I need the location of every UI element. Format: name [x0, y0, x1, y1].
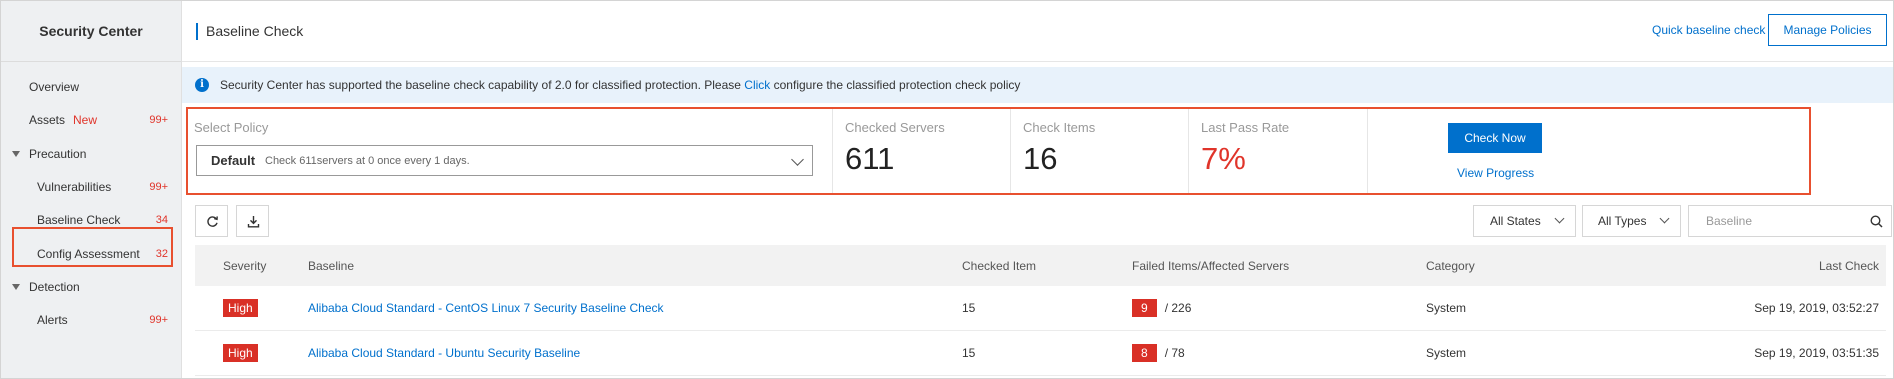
refresh-icon — [207, 216, 218, 227]
baseline-link[interactable]: Alibaba Cloud Standard - Ubuntu Security… — [308, 346, 580, 360]
baseline-cell: Alibaba Cloud Standard - Ubuntu Security… — [308, 331, 580, 375]
failed-count-tag[interactable]: 9 — [1132, 299, 1157, 317]
title-accent-bar — [196, 23, 198, 40]
selected-policy-name: Default — [211, 153, 256, 168]
stat-value: 611 — [845, 141, 895, 176]
page-header: Baseline Check Quick baseline check Mana… — [182, 1, 1893, 62]
last-check-cell: Sep 19, 2019, 03:51:35 — [1754, 346, 1879, 360]
select-policy-label: Select Policy — [194, 120, 269, 135]
stat-label: Check Items — [1023, 120, 1096, 135]
info-notice: i Security Center has supported the base… — [182, 67, 1893, 103]
column-header-severity: Severity — [223, 258, 267, 273]
page-title: Baseline Check — [206, 23, 304, 39]
caret-down-icon — [12, 151, 20, 157]
sidebar-title: Security Center — [1, 1, 181, 62]
states-filter-dropdown[interactable]: All States — [1473, 205, 1576, 237]
sidebar-item-vulnerabilities[interactable]: Vulnerabilities 99+ — [1, 172, 182, 202]
checked-item-cell: 15 — [962, 346, 976, 360]
column-header-last-check: Last Check — [1818, 258, 1879, 273]
search-icon[interactable] — [1870, 215, 1883, 228]
check-now-button[interactable]: Check Now — [1448, 123, 1542, 153]
stat-value: 7% — [1201, 141, 1246, 176]
failed-items-cell: 8 / 78 — [1132, 331, 1185, 375]
download-button[interactable] — [236, 205, 269, 237]
stat-checked-servers: Checked Servers 611 — [833, 109, 1011, 193]
count-badge: 99+ — [149, 314, 168, 326]
failed-count-tag[interactable]: 8 — [1132, 344, 1157, 362]
sidebar-item-alerts[interactable]: Alerts 99+ — [1, 305, 182, 335]
sidebar-group-detection[interactable]: Detection — [1, 272, 182, 302]
chevron-down-icon — [1659, 213, 1670, 224]
notice-text-after: configure the classified protection chec… — [770, 78, 1021, 92]
states-filter-value: All States — [1490, 214, 1541, 228]
column-header-checked-item: Checked Item — [962, 258, 1037, 273]
severity-tag: High — [223, 299, 258, 317]
failed-items-cell: 9 / 226 — [1132, 286, 1191, 330]
selected-policy-description: Check 611servers at 0 once every 1 days. — [265, 155, 470, 167]
highlight-box-sidebar — [12, 227, 173, 267]
download-icon — [247, 216, 260, 228]
assets-label: Assets — [29, 113, 66, 127]
sidebar-item-label: Precaution — [29, 147, 87, 161]
sidebar-item-label: Vulnerabilities — [37, 180, 112, 194]
quick-baseline-check-link[interactable]: Quick baseline check — [1652, 23, 1765, 37]
sidebar-item-label: Overview — [29, 80, 80, 94]
sidebar-group-precaution[interactable]: Precaution — [1, 139, 182, 169]
category-cell: System — [1426, 301, 1467, 315]
caret-down-icon — [12, 284, 20, 290]
checked-item-cell: 15 — [962, 301, 976, 315]
baseline-link[interactable]: Alibaba Cloud Standard - CentOS Linux 7 … — [308, 301, 664, 315]
severity-cell: High — [223, 286, 258, 330]
baseline-cell: Alibaba Cloud Standard - CentOS Linux 7 … — [308, 286, 664, 330]
info-icon: i — [195, 78, 209, 92]
stat-check-items: Check Items 16 — [1011, 109, 1189, 193]
notice-text: Security Center has supported the baseli… — [220, 67, 1020, 103]
sidebar-item-label: Alerts — [37, 313, 68, 327]
severity-cell: High — [223, 331, 258, 375]
column-header-failed-items: Failed Items/Affected Servers — [1132, 258, 1290, 273]
stat-label: Last Pass Rate — [1201, 120, 1290, 135]
select-policy-cell: Select Policy Default Check 611servers a… — [188, 109, 833, 193]
view-progress-link[interactable]: View Progress — [1457, 166, 1534, 180]
stat-value: 16 — [1023, 141, 1058, 176]
stat-label: Checked Servers — [845, 120, 945, 135]
sidebar-item-assets[interactable]: Assets New 99+ — [1, 105, 182, 135]
manage-policies-button[interactable]: Manage Policies — [1768, 14, 1887, 46]
baseline-search — [1688, 205, 1892, 237]
affected-servers: / 78 — [1164, 346, 1185, 360]
notice-text-before: Security Center has supported the baseli… — [220, 78, 745, 92]
count-badge: 99+ — [149, 181, 168, 193]
table-header: Severity Baseline Checked Item Failed It… — [195, 245, 1886, 286]
search-input[interactable] — [1690, 207, 1850, 235]
stat-last-pass-rate: Last Pass Rate 7% — [1189, 109, 1368, 193]
types-filter-value: All Types — [1598, 214, 1647, 228]
category-cell: System — [1426, 346, 1467, 360]
affected-servers: / 226 — [1164, 301, 1192, 315]
types-filter-dropdown[interactable]: All Types — [1582, 205, 1681, 237]
count-badge: 99+ — [149, 114, 168, 126]
chevron-down-icon — [1554, 213, 1565, 224]
chevron-down-icon — [791, 153, 804, 166]
new-badge: New — [73, 113, 98, 127]
main-content: Baseline Check Quick baseline check Mana… — [182, 1, 1893, 378]
sidebar-item-label: Assets New — [29, 105, 97, 135]
table-row: High Alibaba Cloud Standard - Ubuntu Sec… — [195, 331, 1886, 376]
column-header-baseline: Baseline — [308, 258, 355, 273]
last-check-cell: Sep 19, 2019, 03:52:27 — [1754, 301, 1879, 315]
sidebar-item-overview[interactable]: Overview — [1, 72, 182, 102]
policy-summary-panel: Select Policy Default Check 611servers a… — [186, 107, 1811, 195]
column-header-category: Category — [1426, 258, 1475, 273]
table-toolbar: All States All Types — [182, 205, 1893, 239]
sidebar: Security Center Overview Assets New 99+ P… — [1, 1, 182, 378]
policy-select[interactable]: Default Check 611servers at 0 once every… — [196, 145, 813, 176]
notice-click-link[interactable]: Click — [744, 78, 770, 92]
sidebar-item-label: Detection — [29, 280, 80, 294]
severity-tag: High — [223, 344, 258, 362]
table-row: High Alibaba Cloud Standard - CentOS Lin… — [195, 286, 1886, 331]
check-actions-cell: Check Now View Progress — [1368, 109, 1809, 193]
refresh-button[interactable] — [195, 205, 228, 237]
